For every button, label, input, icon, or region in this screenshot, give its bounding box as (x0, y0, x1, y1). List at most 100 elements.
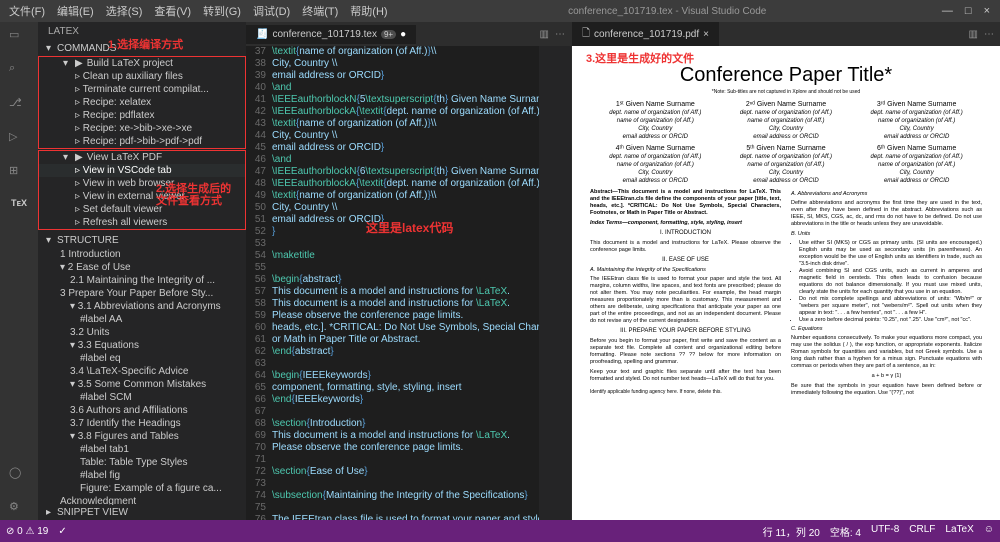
tabs-right: 🗋 conference_101719.pdf × ▥ ⋯ (572, 22, 1000, 46)
recipe-item[interactable]: ▹ Terminate current compilat... (39, 83, 245, 96)
recipe-item[interactable]: ▹ Recipe: pdflatex (39, 109, 245, 122)
status-item[interactable]: LaTeX (945, 524, 973, 539)
status-item[interactable]: CRLF (909, 524, 935, 539)
tab-tex[interactable]: 🧾 conference_101719.tex 9+ ● (246, 25, 416, 44)
structure-item[interactable]: #label tab1 (38, 443, 246, 456)
status-item[interactable]: 行 11，列 20 (763, 524, 820, 539)
view-pdf[interactable]: ▾▶ View LaTeX PDF (39, 151, 245, 164)
author-block: 1ˢᵗ Given Name Surnamedept. name of orga… (609, 101, 701, 141)
author-block: 2ⁿᵈ Given Name Surnamedept. name of orga… (740, 101, 832, 141)
files-icon[interactable]: ▭ (9, 28, 29, 48)
pdf-title: Conference Paper Title* (590, 64, 982, 87)
author-block: 3ʳᵈ Given Name Surnamedept. name of orga… (871, 101, 963, 141)
pdf-viewer[interactable]: 3.这里是生成好的文件 Conference Paper Title* *Not… (572, 46, 1000, 520)
build-project[interactable]: ▾▶ Build LaTeX project (39, 57, 245, 70)
list-item: Avoid combining SI and CGS units, such a… (799, 268, 982, 296)
menu-item[interactable]: 终端(T) (297, 1, 343, 21)
annotation-3: 3.这里是生成好的文件 (586, 50, 694, 66)
structure-item[interactable]: 3.2 Units (38, 326, 246, 339)
structure-header[interactable]: ▾STRUCTURE (38, 233, 246, 248)
structure-item[interactable]: ▾ 3.5 Some Common Mistakes (38, 378, 246, 391)
window-button[interactable]: — (942, 5, 953, 17)
window-controls: — □ × (942, 5, 996, 17)
menu-item[interactable]: 文件(F) (4, 1, 50, 21)
annotation-2b: 文件查看方式 (156, 192, 222, 208)
recipe-item[interactable]: ▹ Recipe: xelatex (39, 96, 245, 109)
structure-tree: 1 Introduction▾ 2 Ease of Use2.1 Maintai… (38, 248, 246, 505)
recipe-item[interactable]: ▹ Recipe: xe->bib->xe->xe (39, 122, 245, 135)
structure-item[interactable]: 1 Introduction (38, 248, 246, 261)
menu-item[interactable]: 编辑(E) (52, 1, 99, 21)
structure-item[interactable]: #label SCM (38, 391, 246, 404)
split-icon[interactable]: ▥ (969, 29, 978, 40)
window-button[interactable]: □ (965, 5, 972, 17)
structure-item[interactable]: #label eq (38, 352, 246, 365)
status-item[interactable]: ✓ (58, 526, 66, 537)
more-icon[interactable]: ⋯ (555, 29, 565, 40)
structure-item[interactable]: 3.7 Identify the Headings (38, 417, 246, 430)
annotation-code: 这里是latex代码 (366, 222, 453, 234)
structure-item[interactable]: 3 Prepare Your Paper Before Sty... (38, 287, 246, 300)
structure-item[interactable]: 2.1 Maintaining the Integrity of ... (38, 274, 246, 287)
menu-item[interactable]: 查看(V) (149, 1, 196, 21)
editor-area: 🧾 conference_101719.tex 9+ ● ▥ ⋯ 37383940… (246, 22, 1000, 520)
pdf-col-right: A. Abbreviations and Acronyms Define abb… (791, 189, 982, 400)
structure-item[interactable]: #label AA (38, 313, 246, 326)
scm-icon[interactable]: ⎇ (9, 96, 29, 116)
editor-right: 🗋 conference_101719.pdf × ▥ ⋯ 3.这里是生成好的文件… (572, 22, 1000, 520)
latex-icon[interactable]: TᴇX (11, 198, 27, 208)
structure-item[interactable]: #label fig (38, 469, 246, 482)
status-item[interactable]: 空格: 4 (830, 524, 861, 539)
view-item[interactable]: ▹ View in VSCode tab (39, 164, 245, 177)
search-icon[interactable]: ⌕ (9, 62, 29, 82)
sidebar: LATEX ▾COMMANDS 1.选择编译方式 ▾▶ Build LaTeX … (38, 22, 246, 520)
more-icon[interactable]: ⋯ (984, 29, 994, 40)
structure-item[interactable]: ▾ 3.1 Abbreviations and Acronyms (38, 300, 246, 313)
menu-item[interactable]: 帮助(H) (345, 1, 392, 21)
recipe-item[interactable]: ▹ Recipe: pdf->bib->pdf->pdf (39, 135, 245, 148)
structure-item[interactable]: ▾ 3.3 Equations (38, 339, 246, 352)
list-item: Do not mix complete spellings and abbrev… (799, 296, 982, 317)
code-editor[interactable]: 3738394041424344454647484950515253545556… (246, 46, 571, 520)
structure-item[interactable]: Acknowledgment (38, 495, 246, 505)
status-bar: ⊘ 0 ⚠ 19 ✓ 行 11，列 20 空格: 4 UTF-8 CRLF LaTeX ☺ (0, 520, 1000, 542)
author-block: 4ᵗʰ Given Name Surnamedept. name of orga… (609, 145, 701, 185)
tab-pdf[interactable]: 🗋 conference_101719.pdf × (572, 22, 719, 47)
structure-item[interactable]: ▾ 2 Ease of Use (38, 261, 246, 274)
status-item[interactable]: ⊘ 0 ⚠ 19 (6, 526, 48, 537)
author-block: 6ᵗʰ Given Name Surnamedept. name of orga… (871, 145, 963, 185)
snippet-header[interactable]: ▸SNIPPET VIEW (38, 505, 246, 520)
structure-item[interactable]: 3.6 Authors and Affiliations (38, 404, 246, 417)
minimap[interactable] (539, 46, 571, 520)
structure-item[interactable]: ▾ 3.8 Figures and Tables (38, 430, 246, 443)
window-button[interactable]: × (984, 5, 990, 17)
structure-item[interactable]: Table: Table Type Styles (38, 456, 246, 469)
author-block: 5ᵗʰ Given Name Surnamedept. name of orga… (740, 145, 832, 185)
annotation-1: 1.选择编译方式 (108, 36, 183, 52)
status-item[interactable]: ☺ (984, 524, 994, 539)
activity-bar: ▭ ⌕ ⎇ ▷ ⊞ TᴇX ◯ ⚙ (0, 22, 38, 520)
menu-item[interactable]: 调试(D) (248, 1, 295, 21)
list-item: Use a zero before decimal points: "0.25"… (799, 317, 982, 324)
menu-item[interactable]: 转到(G) (198, 1, 246, 21)
window-title: conference_101719.tex - Visual Studio Co… (393, 6, 942, 17)
menu-item[interactable]: 选择(S) (101, 1, 148, 21)
structure-item[interactable]: 3.4 \LaTeX-Specific Advice (38, 365, 246, 378)
split-icon[interactable]: ▥ (540, 29, 549, 40)
list-item: Use either SI (MKS) or CGS as primary un… (799, 240, 982, 268)
account-icon[interactable]: ◯ (9, 466, 29, 486)
structure-item[interactable]: Figure: Example of a figure ca... (38, 482, 246, 495)
recipe-item[interactable]: ▹ Clean up auxiliary files (39, 70, 245, 83)
build-group-box: ▾▶ Build LaTeX project ▹ Clean up auxili… (38, 56, 246, 149)
extensions-icon[interactable]: ⊞ (9, 164, 29, 184)
debug-icon[interactable]: ▷ (9, 130, 29, 150)
settings-icon[interactable]: ⚙ (9, 500, 29, 520)
editor-left: 🧾 conference_101719.tex 9+ ● ▥ ⋯ 37383940… (246, 22, 572, 520)
titlebar: 文件(F)编辑(E)选择(S)查看(V)转到(G)调试(D)终端(T)帮助(H)… (0, 0, 1000, 22)
view-item[interactable]: ▹ Refresh all viewers (39, 216, 245, 229)
pdf-col-left: Abstract—This document is a model and in… (590, 189, 781, 400)
tabs-left: 🧾 conference_101719.tex 9+ ● ▥ ⋯ (246, 22, 571, 46)
pdf-note: *Note: Sub-titles are not captured in Xp… (590, 89, 982, 95)
status-item[interactable]: UTF-8 (871, 524, 899, 539)
menu-bar: 文件(F)编辑(E)选择(S)查看(V)转到(G)调试(D)终端(T)帮助(H) (4, 1, 393, 21)
